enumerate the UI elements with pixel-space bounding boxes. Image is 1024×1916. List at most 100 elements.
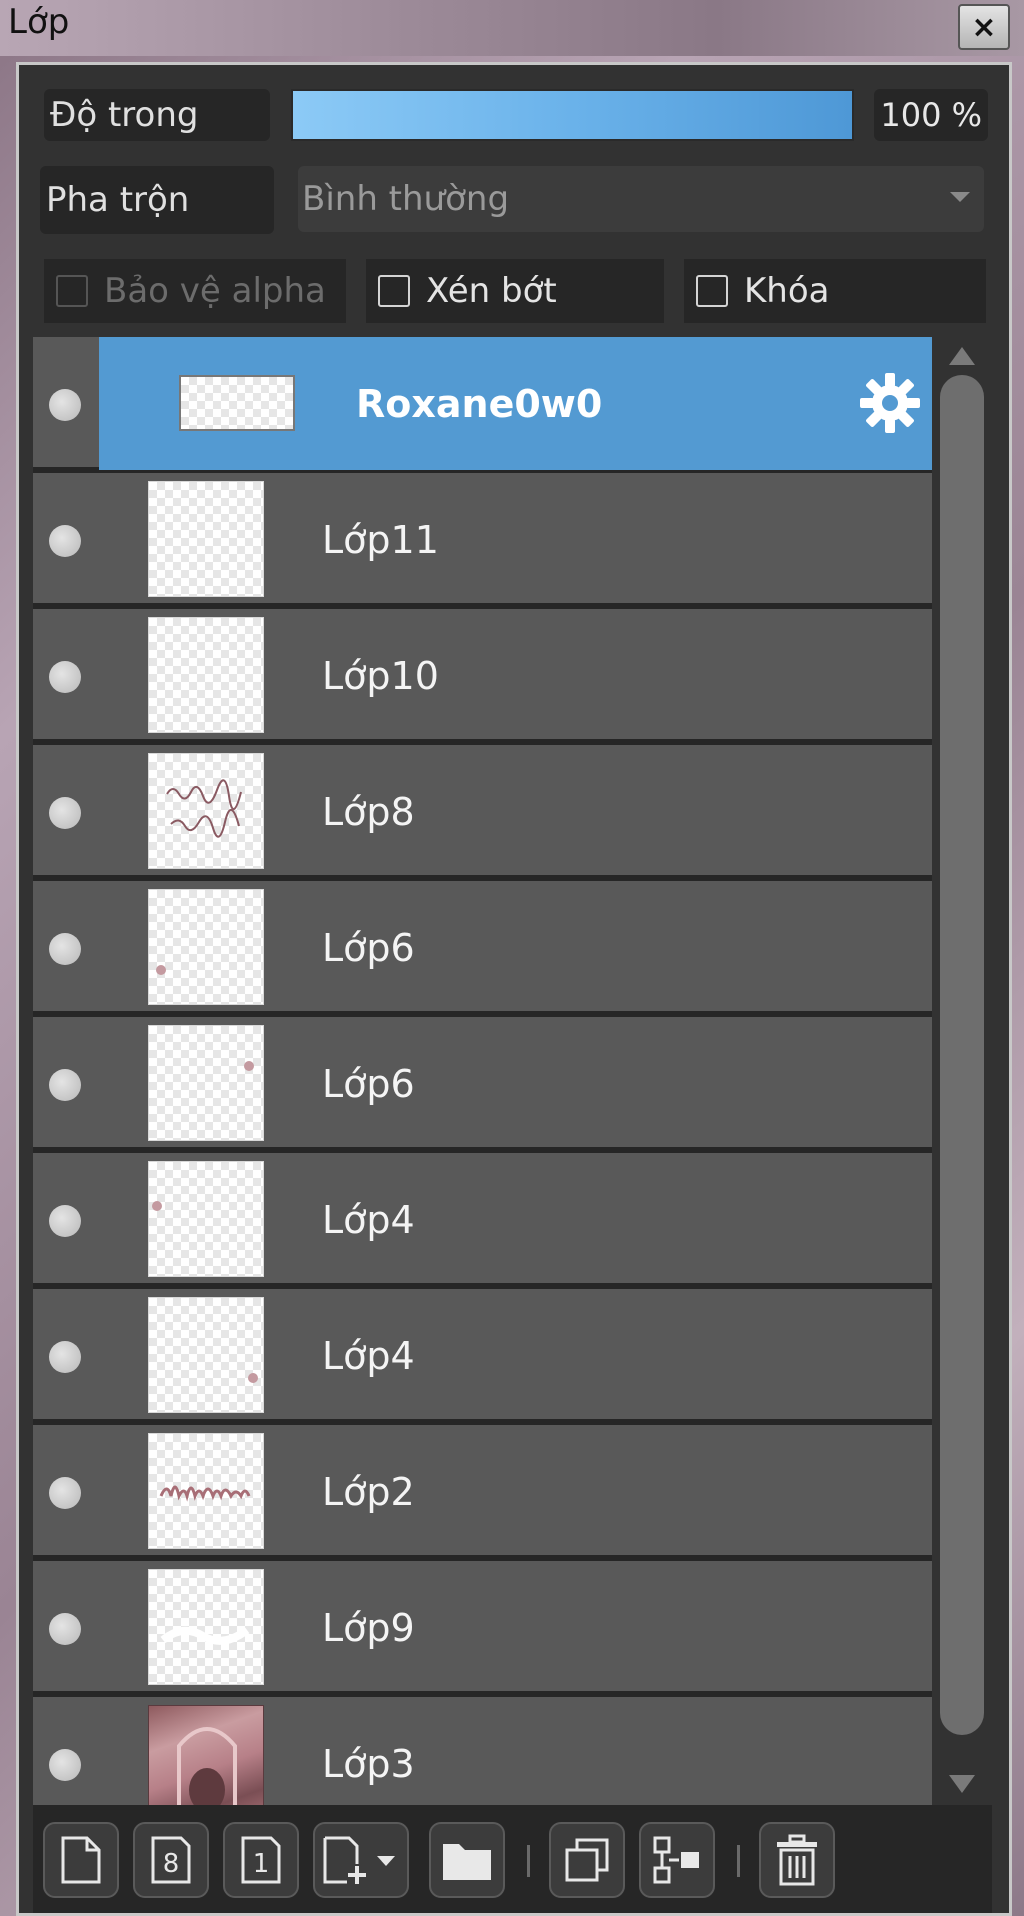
layer-thumbnail — [148, 1025, 264, 1141]
close-button[interactable]: × — [958, 4, 1010, 50]
blend-label: Pha trộn — [40, 166, 274, 234]
layer-row[interactable]: Lớp4 — [33, 1153, 932, 1286]
mark-thumbnail-art — [244, 1061, 254, 1071]
visibility-toggle-icon[interactable] — [49, 933, 81, 965]
layer-name: Lớp6 — [322, 1061, 415, 1106]
layer-name: Lớp9 — [322, 1605, 415, 1650]
layer-name: Lớp4 — [322, 1197, 415, 1242]
clip-label: Xén bớt — [426, 271, 557, 311]
visibility-toggle-icon[interactable] — [49, 1749, 81, 1781]
opacity-value[interactable]: 100 % — [874, 89, 988, 141]
new-page-icon — [61, 1836, 101, 1884]
layer-row[interactable]: Lớp8 — [33, 745, 932, 878]
layer-list-scrollbar[interactable] — [932, 337, 992, 1805]
opacity-slider[interactable] — [291, 89, 854, 141]
layer-row[interactable]: Lớp4 — [33, 1289, 932, 1422]
title-bar: Lớp × — [0, 0, 1024, 56]
mark-thumbnail-art — [248, 1373, 258, 1383]
scroll-up-arrow-icon[interactable] — [949, 347, 975, 365]
checkbox-square — [696, 275, 728, 307]
layer-name: Roxane0w0 — [356, 381, 603, 426]
panel-title: Lớp — [8, 2, 70, 42]
duplicate-layer-button[interactable] — [549, 1822, 625, 1898]
layer-thumbnail — [148, 889, 264, 1005]
checkbox-square — [378, 275, 410, 307]
layer-row[interactable]: Lớp6 — [33, 1017, 932, 1150]
new-layer-1bit-icon: 1 — [241, 1836, 281, 1884]
layer-thumbnail — [179, 375, 295, 431]
blend-mode-value: Bình thường — [302, 179, 510, 219]
toolbar-separator — [527, 1845, 530, 1877]
layer-thumbnail — [148, 1433, 264, 1549]
checkbox-square — [56, 275, 88, 307]
white-strokes-thumbnail-art — [160, 1626, 250, 1645]
layer-name: Lớp10 — [322, 653, 439, 698]
visibility-toggle-icon[interactable] — [49, 797, 81, 829]
clip-checkbox[interactable]: Xén bớt — [366, 259, 664, 323]
visibility-toggle-icon[interactable] — [49, 1613, 81, 1645]
layer-row[interactable]: Lớp3 — [33, 1697, 932, 1805]
merge-layer-icon — [653, 1836, 699, 1884]
layer-toolbar: 8 1 — [33, 1805, 992, 1913]
layer-thumbnail — [148, 1705, 264, 1805]
layer-row[interactable]: Lớp6 — [33, 881, 932, 1014]
layer-thumbnail — [148, 481, 264, 597]
duplicate-layer-icon — [565, 1838, 609, 1882]
layer-name: Lớp6 — [322, 925, 415, 970]
layer-thumbnail — [148, 1161, 264, 1277]
delete-layer-button[interactable] — [759, 1822, 835, 1898]
layer-thumbnail — [148, 1569, 264, 1685]
photo-thumbnail-art — [177, 1727, 237, 1805]
visibility-toggle-icon[interactable] — [49, 1205, 81, 1237]
toolbar-separator — [737, 1845, 740, 1877]
add-layer-dropdown-button[interactable] — [313, 1822, 409, 1898]
visibility-toggle-icon[interactable] — [49, 1069, 81, 1101]
new-8bit-layer-button[interactable]: 8 — [133, 1822, 209, 1898]
visibility-toggle-icon[interactable] — [49, 661, 81, 693]
scribble-thumbnail-art — [166, 779, 242, 838]
visibility-toggle-icon[interactable] — [49, 1341, 81, 1373]
layer-row[interactable]: Lớp2 — [33, 1425, 932, 1558]
trash-icon — [777, 1834, 817, 1886]
layer-list: Roxane0w0 Lớp11 Lớp10 Lớp8 Lớp6 Lớp6 Lớp… — [33, 337, 932, 1805]
scroll-down-arrow-icon[interactable] — [949, 1775, 975, 1793]
gear-icon[interactable] — [858, 371, 922, 435]
new-layer-8bit-icon: 8 — [151, 1836, 191, 1884]
layer-name: Lớp4 — [322, 1333, 415, 1378]
folder-button[interactable] — [429, 1822, 505, 1898]
layer-name: Lớp8 — [322, 789, 415, 834]
new-1bit-layer-button[interactable]: 1 — [223, 1822, 299, 1898]
layer-row[interactable]: Lớp10 — [33, 609, 932, 742]
new-page-button[interactable] — [43, 1822, 119, 1898]
protect-alpha-checkbox[interactable]: Bảo vệ alpha — [44, 259, 346, 323]
new-layer-1bit-label: 1 — [253, 1849, 270, 1879]
layer-thumbnail — [148, 753, 264, 869]
layer-thumbnail — [148, 1297, 264, 1413]
layer-row-content[interactable]: Roxane0w0 — [99, 337, 932, 470]
handwriting-thumbnail-art — [159, 1485, 251, 1502]
scrollbar-thumb[interactable] — [940, 375, 984, 1735]
blend-mode-select[interactable]: Bình thường — [298, 166, 984, 232]
layer-row[interactable]: Lớp11 — [33, 473, 932, 606]
add-layer-dropdown-icon — [323, 1836, 395, 1884]
layer-name: Lớp2 — [322, 1469, 415, 1514]
mark-thumbnail-art — [156, 965, 166, 975]
visibility-toggle-icon[interactable] — [49, 1477, 81, 1509]
layer-name: Lớp11 — [322, 517, 439, 562]
layer-thumbnail — [148, 617, 264, 733]
lock-label: Khóa — [744, 271, 830, 311]
new-layer-8bit-label: 8 — [163, 1849, 180, 1879]
lock-checkbox[interactable]: Khóa — [684, 259, 986, 323]
merge-layer-button[interactable] — [639, 1822, 715, 1898]
layer-row[interactable]: Lớp9 — [33, 1561, 932, 1694]
chevron-down-icon — [950, 192, 970, 202]
protect-alpha-label: Bảo vệ alpha — [104, 271, 326, 311]
mark-thumbnail-art — [152, 1201, 162, 1211]
folder-icon — [443, 1844, 491, 1880]
visibility-toggle-icon[interactable] — [49, 525, 81, 557]
visibility-toggle-icon[interactable] — [49, 389, 81, 421]
opacity-slider-fill — [293, 91, 852, 139]
layer-name: Lớp3 — [322, 1741, 415, 1786]
opacity-label: Độ trong — [44, 89, 270, 141]
layer-row[interactable]: Roxane0w0 — [33, 337, 932, 470]
